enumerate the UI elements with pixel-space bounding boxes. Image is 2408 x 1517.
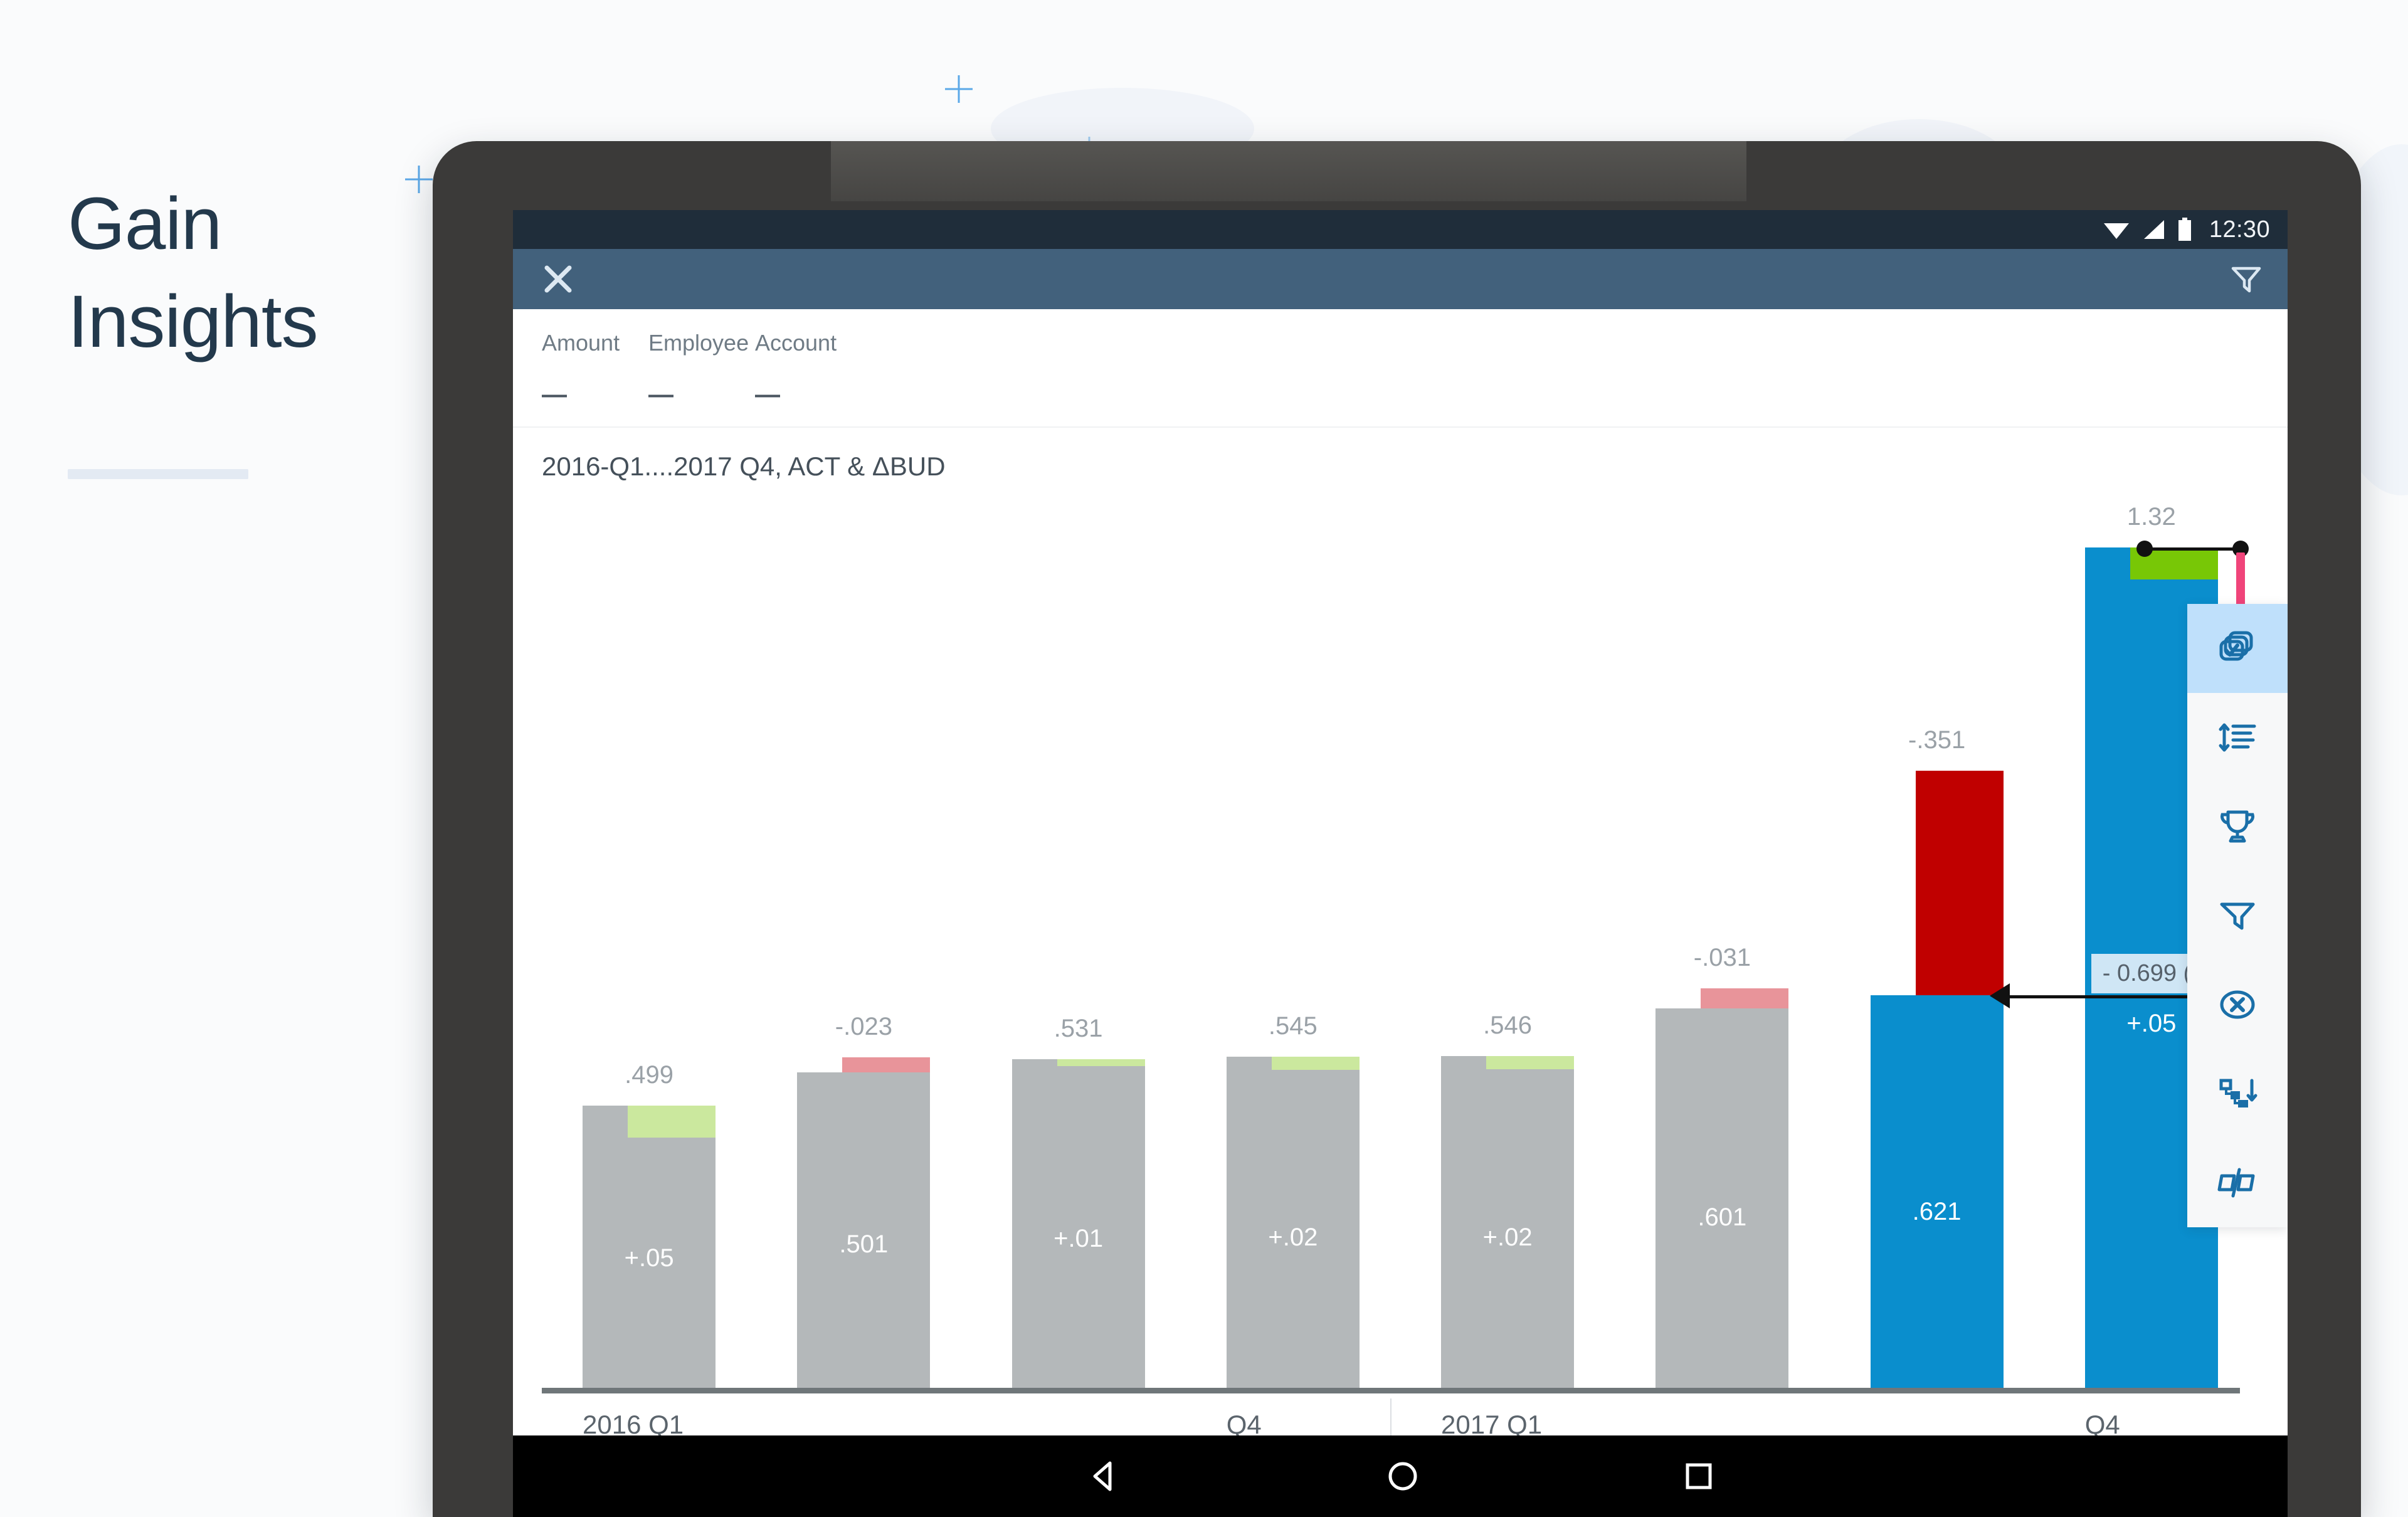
compare-icon	[2215, 1161, 2259, 1205]
app-bar	[513, 249, 2288, 309]
android-nav-bar	[513, 1435, 2288, 1517]
rail-item-stacked-cards-check[interactable]	[2187, 604, 2288, 693]
page-title: Gain Insights	[68, 182, 319, 363]
bar-delta-positive	[1057, 1059, 1145, 1066]
trophy-icon	[2215, 805, 2259, 848]
dimension-row: Amount — Employee — Account —	[513, 309, 2288, 409]
bar-value-label: .621	[1912, 1198, 1962, 1226]
bar-value-label: .501	[839, 1230, 889, 1258]
dimension-account[interactable]: Account —	[755, 330, 862, 409]
tablet-device-frame: 12:30 Amount — Employee — Account — 2016…	[433, 141, 2361, 1517]
dimension-value: —	[648, 380, 673, 408]
measure-top-line	[2145, 547, 2241, 551]
crosshair-icon	[405, 166, 433, 193]
bar-column[interactable]: .545 +.02	[1226, 497, 1360, 1393]
home-button[interactable]	[1386, 1459, 1420, 1493]
tablet-screen: 12:30 Amount — Employee — Account — 2016…	[513, 210, 2288, 1517]
bar-column[interactable]: -.023 .501	[797, 497, 931, 1393]
rail-item-drill-down[interactable]	[2187, 1049, 2288, 1138]
rail-item-remove-circle[interactable]	[2187, 960, 2288, 1049]
crosshair-icon	[945, 75, 973, 103]
bar-chart: .499 +.05 -.023 .501 .531 +.01 .545 +.02 .546 +.0…	[542, 497, 2286, 1493]
bar-column[interactable]: -.351 .621	[1870, 497, 2004, 1393]
recents-button[interactable]	[1683, 1461, 1714, 1492]
bar-series: .499 +.05 -.023 .501 .531 +.01 .545 +.02 .546 +.0…	[542, 497, 2286, 1393]
bar-actual	[1870, 995, 2004, 1393]
status-bar-clock: 12:30	[2209, 216, 2270, 243]
close-icon[interactable]	[541, 262, 576, 297]
cellular-signal-icon	[2141, 219, 2165, 240]
bar-value-label: .601	[1698, 1203, 1747, 1231]
title-underline	[68, 469, 248, 479]
dimension-label: Amount	[542, 330, 620, 356]
battery-icon	[2177, 218, 2193, 241]
bar-delta-positive	[1271, 1057, 1360, 1070]
bar-value-label: +.02	[1268, 1224, 1318, 1252]
bar-delta-negative	[842, 1057, 931, 1072]
bar-top-label: .545	[1268, 1012, 1318, 1040]
remove-circle-icon	[2215, 983, 2259, 1027]
back-button[interactable]	[1086, 1458, 1122, 1494]
sort-by-size-icon	[2215, 716, 2259, 759]
x-axis-line	[542, 1387, 2240, 1393]
rail-item-compare[interactable]	[2187, 1138, 2288, 1227]
filter-icon[interactable]	[2229, 262, 2264, 297]
stacked-cards-check-icon	[2215, 626, 2259, 670]
bar-column[interactable]: .546 +.02	[1441, 497, 1575, 1393]
drill-down-icon	[2215, 1072, 2259, 1116]
bar-top-label: .531	[1054, 1015, 1103, 1043]
bar-actual	[1656, 1008, 1789, 1393]
dimension-value: —	[542, 380, 567, 408]
dimension-label: Account	[755, 330, 837, 356]
bar-top-label: 1.32	[2126, 503, 2176, 531]
bar-value-label: +.02	[1482, 1223, 1533, 1251]
bar-top-label: -.023	[835, 1013, 892, 1041]
dimension-value: —	[755, 380, 780, 408]
bar-column[interactable]: -.031 .601	[1656, 497, 1789, 1393]
bar-delta-negative	[1701, 988, 1789, 1008]
bar-top-label: -.031	[1693, 944, 1751, 972]
chart-title: 2016-Q1....2017 Q4, ACT & ΔBUD	[542, 451, 946, 481]
dimension-label: Employee	[648, 330, 749, 356]
bar-top-label: .546	[1483, 1012, 1533, 1040]
bar-column[interactable]: .499 +.05	[583, 497, 716, 1393]
measure-arrow-icon	[1989, 983, 2010, 1009]
rail-item-sort-by-size[interactable]	[2187, 693, 2288, 782]
android-status-bar: 12:30	[513, 210, 2288, 249]
bar-value-label: +.05	[624, 1244, 674, 1272]
rail-item-filter[interactable]	[2187, 871, 2288, 960]
tablet-top-gloss	[831, 141, 1746, 201]
dimension-employee[interactable]: Employee —	[648, 330, 755, 409]
rail-item-trophy[interactable]	[2187, 782, 2288, 871]
bar-top-label: -.351	[1908, 726, 1966, 754]
bar-delta-positive	[1486, 1056, 1575, 1069]
page-root: Gain Insights 12:30 Amount — Employee — …	[0, 0, 2408, 1517]
dimension-amount[interactable]: Amount —	[542, 330, 648, 409]
wifi-icon	[2103, 219, 2130, 240]
action-rail	[2187, 604, 2288, 1227]
bar-column[interactable]: .531 +.01	[1011, 497, 1145, 1393]
bar-top-label: .499	[625, 1060, 674, 1089]
bar-delta-negative	[1915, 770, 2004, 996]
filter-icon	[2215, 894, 2259, 938]
bar-value-label: +.01	[1054, 1225, 1104, 1253]
bar-delta-positive	[628, 1105, 716, 1138]
